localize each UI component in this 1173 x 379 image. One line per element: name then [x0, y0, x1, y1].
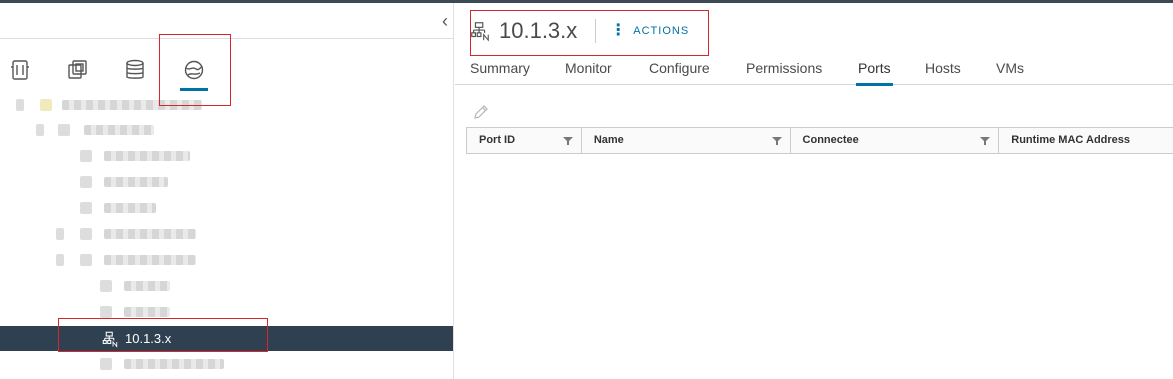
object-tabs: Summary Monitor Configure Permissions Po… [455, 55, 1173, 86]
grid-header: Port ID Name Connectee Runtime MAC Addre… [467, 128, 1173, 154]
distributed-port-group-icon [471, 22, 489, 42]
navigator-divider [0, 38, 453, 39]
vms-templates-icon[interactable] [62, 54, 94, 86]
column-label: Name [593, 134, 624, 146]
object-header: 10.1.3.x ⋮ ACTIONS [469, 15, 689, 47]
tree-item-selected[interactable]: 10.1.3.x [0, 326, 453, 351]
vertical-ellipsis-icon: ⋮ [610, 22, 628, 39]
tab-configure[interactable]: Configure [649, 60, 710, 85]
actions-label: ACTIONS [633, 25, 690, 37]
edit-pencil-icon[interactable] [472, 103, 490, 121]
networking-icon[interactable] [178, 54, 210, 91]
column-label: Connectee [802, 134, 859, 146]
column-runtime-mac-address[interactable]: Runtime MAC Address [999, 128, 1173, 154]
tab-vms[interactable]: VMs [996, 60, 1024, 85]
tab-hosts[interactable]: Hosts [925, 60, 961, 85]
tab-summary[interactable]: Summary [470, 60, 530, 85]
storage-icon[interactable] [119, 54, 151, 86]
tab-ports[interactable]: Ports [856, 60, 893, 86]
column-connectee[interactable]: Connectee [791, 128, 1000, 154]
tab-permissions[interactable]: Permissions [746, 60, 822, 85]
actions-button[interactable]: ⋮ ACTIONS [610, 22, 690, 39]
column-label: Port ID [479, 134, 516, 146]
distributed-port-group-icon [102, 331, 118, 348]
filter-icon[interactable] [980, 136, 991, 146]
page-title: 10.1.3.x [499, 18, 578, 43]
column-port-id[interactable]: Port ID [467, 128, 582, 154]
tree-item[interactable] [0, 196, 453, 221]
tree-item-label: 10.1.3.x [125, 331, 172, 346]
ports-grid: Port ID Name Connectee Runtime MAC Addre… [466, 127, 1173, 154]
navigator-view-tabs [0, 43, 453, 93]
column-name[interactable]: Name [582, 128, 791, 154]
tree-item[interactable] [0, 222, 453, 247]
tree-item[interactable] [0, 144, 453, 169]
filter-icon[interactable] [562, 136, 573, 146]
tree-item[interactable] [0, 118, 453, 143]
content-pane: 10.1.3.x ⋮ ACTIONS Summary Monitor Confi… [455, 3, 1173, 379]
tree-item[interactable] [0, 248, 453, 273]
filter-icon[interactable] [771, 136, 782, 146]
tree-item[interactable] [0, 274, 453, 299]
tree-item[interactable] [0, 300, 453, 325]
navigator-pane: ‹ 10.1.3.x [0, 3, 454, 379]
tree-item[interactable] [0, 93, 453, 118]
column-label: Runtime MAC Address [1011, 134, 1131, 146]
collapse-navigator-icon[interactable]: ‹ [438, 12, 452, 32]
header-divider [595, 19, 597, 43]
tab-monitor[interactable]: Monitor [565, 60, 612, 85]
hosts-clusters-icon[interactable] [4, 54, 36, 86]
tree-item[interactable] [0, 352, 453, 377]
tree-item[interactable] [0, 170, 453, 195]
